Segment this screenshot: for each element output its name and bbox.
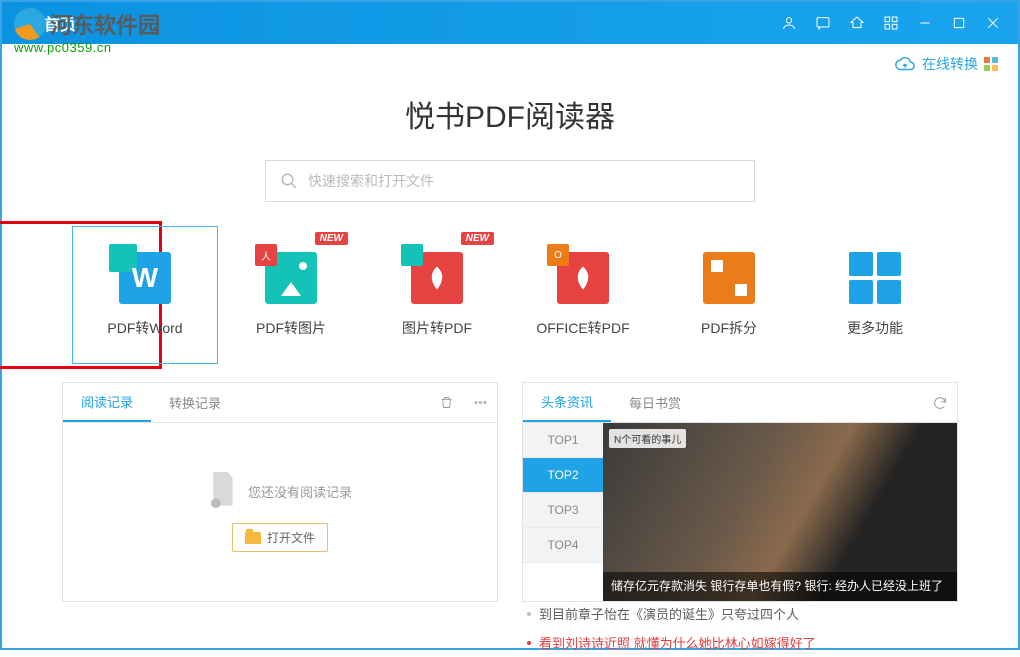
news-link[interactable]: 看到刘诗诗近照 就懂为什么她比林心如嫁得好了 <box>523 628 957 657</box>
watermark-url: www.pc0359.cn <box>14 40 160 55</box>
feature-tiles: PDF转Word NEW 人 PDF转图片 NEW 图片转PDF O OFFIC… <box>22 226 998 364</box>
user-icon[interactable] <box>778 12 800 34</box>
tile-label: 更多功能 <box>847 318 903 338</box>
news-link[interactable]: 到目前章子怡在《演员的诞生》只夸过四个人 <box>523 599 957 628</box>
top-item-1[interactable]: TOP1 <box>523 423 603 458</box>
more-options-icon[interactable] <box>463 383 497 422</box>
word-icon <box>119 252 171 304</box>
search-box[interactable] <box>265 160 755 202</box>
document-icon <box>208 472 238 511</box>
search-input[interactable] <box>308 173 740 189</box>
page-title: 悦书PDF阅读器 <box>22 92 998 136</box>
news-caption: 储存亿元存款消失 银行存单也有假? 银行: 经办人已经没上班了 <box>603 572 957 601</box>
open-file-label: 打开文件 <box>267 529 315 546</box>
top-item-2[interactable]: TOP2 <box>523 458 603 493</box>
empty-text: 您还没有阅读记录 <box>248 482 352 501</box>
cloud-icon <box>894 53 916 75</box>
tile-label: OFFICE转PDF <box>536 318 629 338</box>
tab-read-history[interactable]: 阅读记录 <box>63 383 151 422</box>
news-panel: 头条资讯 每日书赏 TOP1 TOP2 TOP3 TOP4 N个可看的事儿 储存… <box>522 382 958 602</box>
tab-convert-history[interactable]: 转换记录 <box>151 383 239 422</box>
top-list: TOP1 TOP2 TOP3 TOP4 <box>523 423 603 601</box>
online-convert-label: 在线转换 <box>922 54 978 74</box>
close-icon[interactable] <box>982 12 1004 34</box>
watermark-text: 河东软件园 <box>50 8 160 40</box>
search-icon <box>280 172 298 190</box>
pdf-icon <box>411 252 463 304</box>
gift-icon[interactable] <box>984 57 998 71</box>
message-icon[interactable] <box>812 12 834 34</box>
tile-image-to-pdf[interactable]: NEW 图片转PDF <box>364 226 510 364</box>
online-convert-button[interactable]: 在线转换 <box>894 53 978 75</box>
news-image-tag: N个可看的事儿 <box>609 429 686 448</box>
apps-icon[interactable] <box>880 12 902 34</box>
refresh-icon[interactable] <box>923 383 957 422</box>
tab-daily-book[interactable]: 每日书赏 <box>611 383 699 422</box>
history-panel: 阅读记录 转换记录 您还没有阅读记录 打开文件 <box>62 382 498 602</box>
top-item-4[interactable]: TOP4 <box>523 528 603 563</box>
tab-headlines[interactable]: 头条资讯 <box>523 383 611 422</box>
more-icon <box>849 252 901 304</box>
office-icon: O <box>557 252 609 304</box>
news-link-text: 到目前章子怡在《演员的诞生》只夸过四个人 <box>539 604 799 623</box>
new-badge: NEW <box>315 232 348 245</box>
tile-pdf-to-word[interactable]: PDF转Word <box>72 226 218 364</box>
feedback-icon[interactable] <box>846 12 868 34</box>
tile-label: PDF拆分 <box>701 318 757 338</box>
minimize-icon[interactable] <box>914 12 936 34</box>
tile-label: PDF转图片 <box>256 318 326 338</box>
maximize-icon[interactable] <box>948 12 970 34</box>
open-file-button[interactable]: 打开文件 <box>232 523 328 552</box>
news-image[interactable]: N个可看的事儿 储存亿元存款消失 银行存单也有假? 银行: 经办人已经没上班了 <box>603 423 957 601</box>
news-link-text: 看到刘诗诗近照 就懂为什么她比林心如嫁得好了 <box>539 633 816 652</box>
split-icon <box>703 252 755 304</box>
tile-label: 图片转PDF <box>402 318 472 338</box>
image-icon: 人 <box>265 252 317 304</box>
tile-more[interactable]: 更多功能 <box>802 226 948 364</box>
tile-office-to-pdf[interactable]: O OFFICE转PDF <box>510 226 656 364</box>
tile-label: PDF转Word <box>107 318 182 338</box>
folder-icon <box>245 532 261 544</box>
tile-pdf-to-image[interactable]: NEW 人 PDF转图片 <box>218 226 364 364</box>
delete-icon[interactable] <box>429 383 463 422</box>
top-item-3[interactable]: TOP3 <box>523 493 603 528</box>
new-badge: NEW <box>461 232 494 245</box>
tile-pdf-split[interactable]: PDF拆分 <box>656 226 802 364</box>
